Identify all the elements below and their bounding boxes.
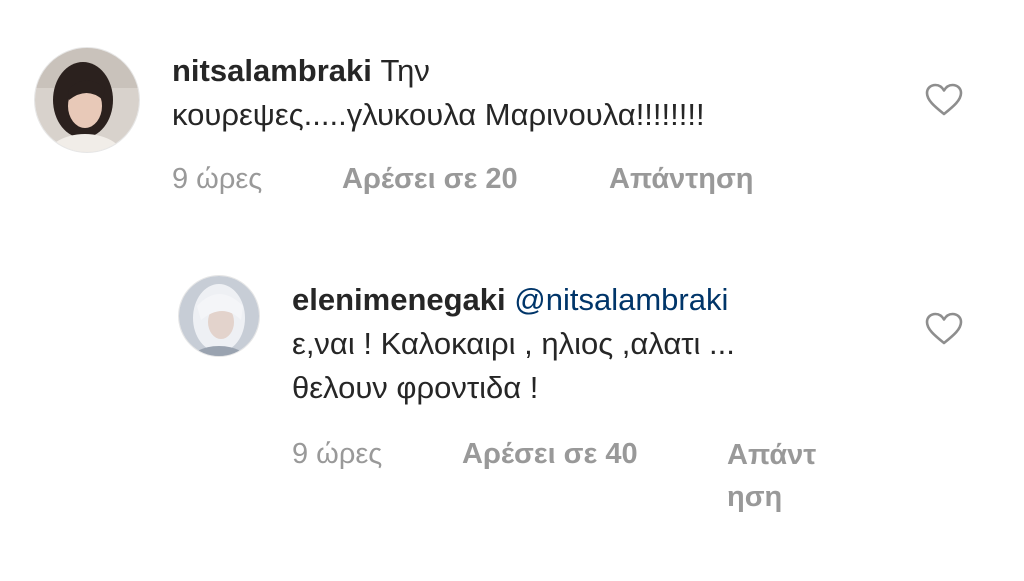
comments-thread: nitsalambraki Την κουρεψες.....γλυκουλα … (0, 0, 1024, 581)
mention-link[interactable]: @nitsalambraki (514, 282, 728, 317)
comment-time: 9 ώρες (292, 438, 383, 470)
comment-meta: 9 ώρες Αρέσει σε 40 Απάντ ηση (292, 438, 852, 518)
heart-outline-icon[interactable] (925, 312, 963, 346)
comment-body-line1: Την (380, 53, 430, 88)
comment-body-line2: κουρεψες.....γλυκουλα Μαρινουλα!!!!!!!! (172, 97, 705, 132)
reply-button[interactable]: Απάντηση (609, 163, 754, 196)
comment-body-line2: ε,ναι ! Καλοκαιρι , ηλιος ,αλατι ... (292, 326, 735, 361)
likes-count-button[interactable]: Αρέσει σε 20 (342, 163, 518, 196)
comment-body-line3: θελουν φροντιδα ! (292, 370, 539, 405)
comment-username[interactable]: nitsalambraki (172, 53, 372, 88)
comment-text: nitsalambraki Την κουρεψες.....γλυκουλα … (172, 49, 705, 137)
likes-count-button[interactable]: Αρέσει σε 40 (462, 438, 638, 471)
comment: nitsalambraki Την κουρεψες.....γλυκουλα … (0, 0, 1024, 230)
comment-username[interactable]: elenimenegaki (292, 282, 506, 317)
reply-comment: elenimenegaki @nitsalambraki ε,ναι ! Καλ… (0, 260, 1024, 550)
avatar[interactable] (34, 47, 140, 153)
reply-label-line1: Απάντ (727, 439, 817, 471)
reply-label-line2: ηση (727, 481, 783, 513)
comment-text: elenimenegaki @nitsalambraki ε,ναι ! Καλ… (292, 278, 735, 410)
comment-time: 9 ώρες (172, 163, 263, 195)
reply-button[interactable]: Απάντ ηση (727, 434, 816, 518)
heart-outline-icon[interactable] (925, 83, 963, 117)
comment-meta: 9 ώρες Αρέσει σε 20 Απάντηση (172, 163, 872, 199)
avatar[interactable] (178, 275, 260, 357)
